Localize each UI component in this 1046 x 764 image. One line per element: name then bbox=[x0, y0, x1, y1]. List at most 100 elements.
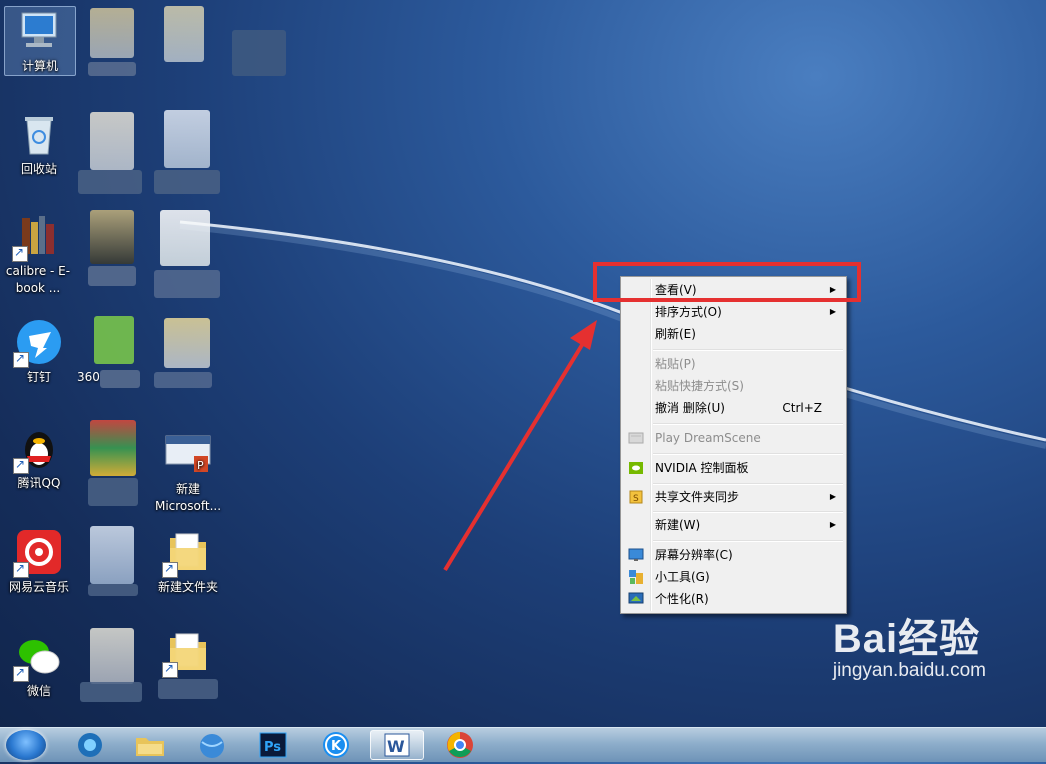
blurred-icon[interactable] bbox=[90, 628, 134, 684]
menu-separator bbox=[653, 511, 843, 513]
menu-separator bbox=[653, 540, 843, 542]
menu-separator bbox=[653, 423, 843, 425]
folder-icon bbox=[162, 628, 212, 678]
blurred-label bbox=[88, 62, 136, 76]
desktop-icon-calibre[interactable]: calibre - E-book ... bbox=[2, 212, 74, 297]
menu-separator bbox=[653, 349, 843, 351]
qq-penguin-icon bbox=[13, 424, 63, 474]
icon-label: 网易云音乐 bbox=[8, 580, 69, 594]
blurred-icon[interactable] bbox=[94, 316, 134, 364]
screen-resolution-icon bbox=[628, 547, 644, 563]
desktop-icon-new-folder[interactable]: 新建文件夹 bbox=[152, 528, 224, 596]
submenu-arrow-icon: ▶ bbox=[829, 492, 836, 501]
menu-separator bbox=[653, 483, 843, 485]
watermark-url: jingyan.baidu.com bbox=[832, 660, 986, 681]
menu-item-label: 个性化(R) bbox=[655, 592, 709, 606]
menu-item-refresh[interactable]: 刷新(E) bbox=[623, 323, 844, 345]
blurred-icon[interactable] bbox=[90, 112, 134, 170]
menu-item-new[interactable]: 新建(W) ▶ bbox=[623, 514, 844, 536]
dreamscene-icon bbox=[628, 430, 644, 446]
taskbar-chrome-icon[interactable] bbox=[432, 730, 486, 760]
menu-item-play-dreamscene[interactable]: Play DreamScene bbox=[623, 427, 844, 449]
blurred-icon[interactable] bbox=[90, 210, 134, 264]
blurred-icon[interactable] bbox=[90, 526, 134, 584]
desktop-icon-wechat[interactable]: 微信 bbox=[4, 632, 74, 700]
menu-item-gadgets[interactable]: 小工具(G) bbox=[623, 566, 844, 588]
dingtalk-icon bbox=[13, 318, 63, 368]
blurred-label bbox=[88, 266, 136, 286]
icon-label: 新建文件夹 bbox=[157, 580, 218, 594]
menu-item-undo-delete[interactable]: 撤消 删除(U) Ctrl+Z bbox=[623, 397, 844, 419]
icon-label: 腾讯QQ bbox=[17, 476, 61, 490]
svg-text:W: W bbox=[387, 737, 405, 756]
menu-item-shared-folder-sync[interactable]: S 共享文件夹同步 ▶ bbox=[623, 486, 844, 508]
icon-label: 钉钉 bbox=[26, 370, 51, 384]
computer-icon bbox=[16, 7, 64, 55]
sync-folder-icon: S bbox=[628, 489, 644, 505]
blurred-icon[interactable] bbox=[90, 420, 136, 476]
gadgets-icon bbox=[628, 569, 644, 585]
shortcut-arrow-icon bbox=[162, 660, 178, 678]
desktop-icon-folder-blurred[interactable] bbox=[152, 628, 224, 699]
taskbar: Ps K W bbox=[0, 727, 1046, 762]
annotation-highlight-box bbox=[593, 262, 861, 302]
menu-item-label: 小工具(G) bbox=[655, 570, 710, 584]
blurred-icon[interactable] bbox=[164, 110, 210, 168]
blurred-label bbox=[154, 270, 220, 298]
shortcut-arrow-icon bbox=[12, 244, 28, 262]
blurred-icon[interactable] bbox=[164, 318, 210, 368]
menu-separator bbox=[653, 453, 843, 455]
calibre-books-icon bbox=[12, 212, 62, 262]
desktop-icon-new-ppt[interactable]: P 新建 Microsoft... bbox=[152, 430, 224, 515]
icon-label-360: 360 bbox=[77, 370, 100, 384]
icon-label: calibre - E-book ... bbox=[5, 264, 71, 295]
recycle-bin-icon bbox=[15, 110, 63, 158]
powerpoint-file-icon: P bbox=[164, 430, 212, 478]
menu-item-label: 屏幕分辨率(C) bbox=[655, 548, 733, 562]
desktop-icon-computer[interactable]: 计算机 bbox=[4, 6, 76, 76]
menu-item-label: 新建(W) bbox=[655, 518, 701, 532]
start-button-windows-icon[interactable] bbox=[6, 730, 46, 760]
menu-item-nvidia-control-panel[interactable]: NVIDIA 控制面板 bbox=[623, 457, 844, 479]
desktop-icon-netease-music[interactable]: 网易云音乐 bbox=[4, 528, 74, 596]
shortcut-arrow-icon bbox=[13, 664, 29, 682]
blurred-icon[interactable] bbox=[164, 6, 204, 62]
desktop-icon-qq[interactable]: 腾讯QQ bbox=[4, 424, 74, 492]
blurred-icon[interactable] bbox=[90, 8, 134, 58]
taskbar-globe-icon[interactable] bbox=[184, 730, 238, 760]
taskbar-media-player-icon[interactable] bbox=[64, 730, 118, 760]
menu-item-sort-by[interactable]: 排序方式(O) ▶ bbox=[623, 301, 844, 323]
menu-item-label: 排序方式(O) bbox=[655, 305, 722, 319]
svg-text:S: S bbox=[633, 494, 639, 504]
taskbar-photoshop-icon[interactable]: Ps bbox=[246, 730, 300, 760]
desktop-icon-dingtalk[interactable]: 钉钉 bbox=[4, 318, 74, 386]
menu-item-label: NVIDIA 控制面板 bbox=[655, 461, 749, 475]
submenu-arrow-icon: ▶ bbox=[829, 520, 836, 529]
wechat-icon bbox=[13, 632, 63, 682]
nvidia-icon bbox=[628, 460, 644, 476]
svg-text:P: P bbox=[197, 459, 204, 472]
menu-item-screen-resolution[interactable]: 屏幕分辨率(C) bbox=[623, 544, 844, 566]
blurred-icon[interactable] bbox=[232, 30, 286, 76]
taskbar-file-explorer-icon[interactable] bbox=[124, 730, 178, 760]
blurred-label bbox=[154, 372, 212, 388]
taskbar-word-icon[interactable]: W bbox=[370, 730, 424, 760]
submenu-arrow-icon: ▶ bbox=[829, 307, 836, 316]
svg-text:K: K bbox=[331, 739, 342, 754]
blurred-label bbox=[88, 584, 138, 596]
blurred-label bbox=[100, 370, 140, 388]
watermark-brand: Bai经验 bbox=[832, 617, 981, 661]
baidu-jingyan-watermark: Bai经验 jingyan.baidu.com bbox=[833, 606, 986, 682]
menu-item-label: 撤消 删除(U) bbox=[655, 401, 725, 415]
desktop-icon-recycle-bin[interactable]: 回收站 bbox=[4, 110, 74, 178]
icon-label: 计算机 bbox=[21, 59, 58, 73]
taskbar-kugou-icon[interactable]: K bbox=[308, 730, 362, 760]
blurred-label bbox=[154, 170, 220, 194]
menu-item-personalize[interactable]: 个性化(R) bbox=[623, 588, 844, 610]
menu-item-label: 刷新(E) bbox=[655, 327, 696, 341]
blurred-label bbox=[78, 170, 142, 194]
menu-item-paste[interactable]: 粘贴(P) bbox=[623, 353, 844, 375]
blurred-icon[interactable] bbox=[160, 210, 210, 266]
menu-item-paste-shortcut[interactable]: 粘贴快捷方式(S) bbox=[623, 375, 844, 397]
svg-text:Ps: Ps bbox=[264, 740, 281, 755]
